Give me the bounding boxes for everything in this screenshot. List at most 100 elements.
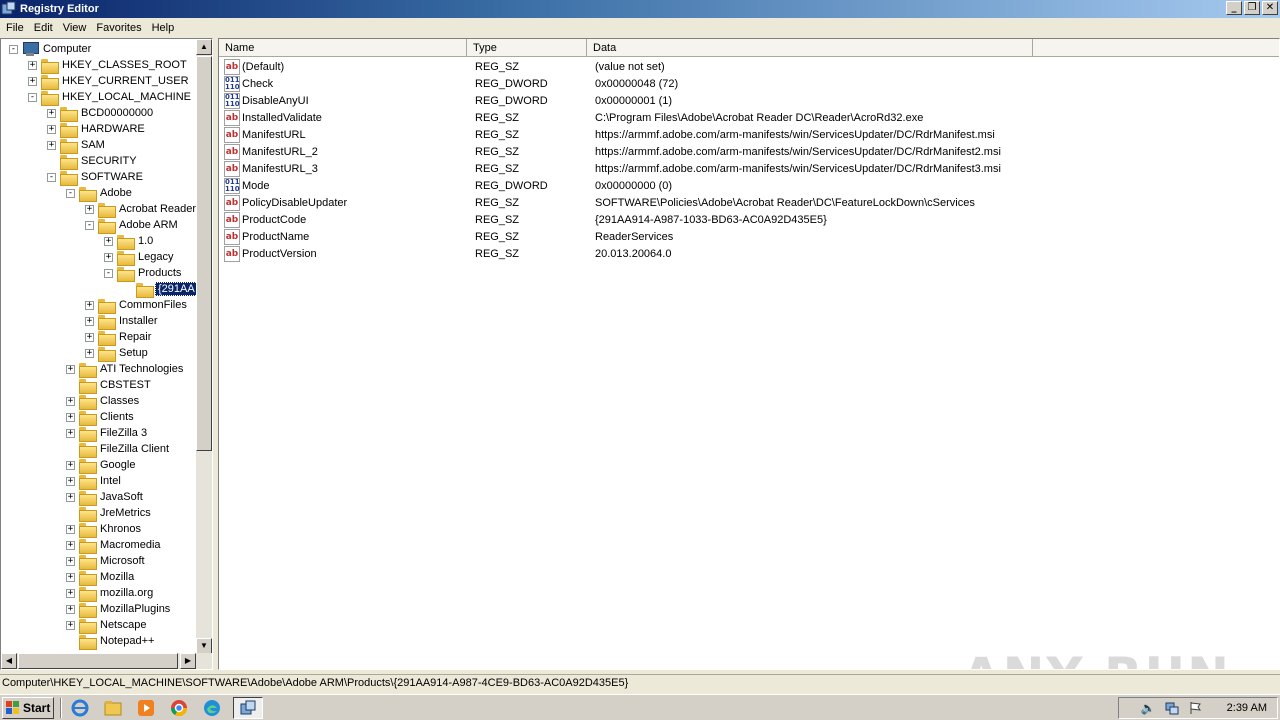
collapse-icon[interactable]: - xyxy=(66,188,75,198)
scroll-left-button[interactable]: ◀ xyxy=(1,653,17,669)
minimize-button[interactable]: _ xyxy=(1226,1,1242,15)
expand-icon[interactable]: + xyxy=(85,316,94,326)
edge-icon[interactable] xyxy=(200,697,224,719)
ie-icon[interactable] xyxy=(68,697,92,719)
value-row[interactable]: 011 110 Mode REG_DWORD 0x00000000 (0) xyxy=(219,177,1279,194)
tree-node[interactable]: FileZilla Client xyxy=(66,441,171,458)
value-row[interactable]: 011 110 DisableAnyUI REG_DWORD 0x00000001 (… xyxy=(219,92,1279,109)
tree-node[interactable]: + HKEY_CURRENT_USER xyxy=(28,73,191,90)
expand-icon[interactable]: + xyxy=(47,140,56,150)
tree-horizontal-scrollbar[interactable]: ◀ ▶ xyxy=(1,653,212,669)
value-row[interactable]: ab ProductVersion REG_SZ 20.013.20064.0 xyxy=(219,245,1279,262)
tree-node[interactable]: + FileZilla 3 xyxy=(66,425,149,442)
tree-node[interactable]: JreMetrics xyxy=(66,505,153,522)
collapse-icon[interactable]: - xyxy=(85,220,94,230)
expand-icon[interactable]: + xyxy=(85,300,94,310)
tree-node[interactable]: + HKEY_CLASSES_ROOT xyxy=(28,57,189,74)
chrome-icon[interactable] xyxy=(167,697,191,719)
media-player-icon[interactable] xyxy=(134,697,158,719)
expand-icon[interactable]: + xyxy=(66,428,75,438)
expand-icon[interactable]: + xyxy=(104,252,113,262)
value-row[interactable]: ab ManifestURL_2 REG_SZ https://armmf.adobe… xyxy=(219,143,1279,160)
menu-file[interactable]: File xyxy=(2,22,28,34)
expand-icon[interactable]: + xyxy=(28,76,37,86)
tree-node[interactable]: + Acrobat Reader xyxy=(85,201,198,218)
expand-icon[interactable]: + xyxy=(66,460,75,470)
tree-node[interactable]: - Products xyxy=(104,265,183,282)
tree-node[interactable]: + MozillaPlugins xyxy=(66,601,172,618)
expand-icon[interactable]: + xyxy=(66,396,75,406)
tree-node[interactable]: + Netscape xyxy=(66,617,148,634)
expand-icon[interactable]: + xyxy=(66,588,75,598)
expand-icon[interactable]: + xyxy=(66,556,75,566)
value-row[interactable]: ab (Default) REG_SZ (value not set) xyxy=(219,58,1279,75)
network-icon[interactable] xyxy=(1165,701,1179,715)
volume-icon[interactable]: 🔈 xyxy=(1141,701,1156,715)
expand-icon[interactable]: + xyxy=(66,492,75,502)
scroll-down-button[interactable]: ▼ xyxy=(196,638,212,654)
value-row[interactable]: ab PolicyDisableUpdater REG_SZ SOFTWARE\Pol… xyxy=(219,194,1279,211)
tree-node[interactable]: {291AA xyxy=(123,281,198,298)
column-header-data[interactable]: Data xyxy=(587,39,1033,57)
expand-icon[interactable]: + xyxy=(104,236,113,246)
tree-node[interactable]: - HKEY_LOCAL_MACHINE xyxy=(28,89,193,106)
restore-button[interactable]: ❐ xyxy=(1244,1,1260,15)
tree-vertical-scrollbar[interactable]: ▲ ▼ xyxy=(196,39,212,654)
scroll-thumb[interactable] xyxy=(196,56,212,451)
expand-icon[interactable]: + xyxy=(85,204,94,214)
values-list-pane[interactable]: Name Type Data ab (Default) REG_SZ (value n… xyxy=(218,38,1280,670)
expand-icon[interactable]: + xyxy=(66,412,75,422)
expand-icon[interactable]: + xyxy=(66,476,75,486)
collapse-icon[interactable]: - xyxy=(9,44,18,54)
collapse-icon[interactable]: - xyxy=(104,268,113,278)
menu-help[interactable]: Help xyxy=(148,22,179,34)
tree-node[interactable]: + Macromedia xyxy=(66,537,163,554)
expand-icon[interactable]: + xyxy=(28,60,37,70)
tree-node[interactable]: + Mozilla xyxy=(66,569,136,586)
tree-node[interactable]: - Adobe xyxy=(66,185,134,202)
tree-node[interactable]: + Classes xyxy=(66,393,141,410)
tree-node[interactable]: + Setup xyxy=(85,345,150,362)
collapse-icon[interactable]: - xyxy=(47,172,56,182)
hscroll-thumb[interactable] xyxy=(18,653,178,669)
expand-icon[interactable]: + xyxy=(85,332,94,342)
column-header-name[interactable]: Name xyxy=(219,39,467,57)
tree-node[interactable]: + mozilla.org xyxy=(66,585,155,602)
tree-node[interactable]: - SOFTWARE xyxy=(47,169,145,186)
tree-node[interactable]: + BCD00000000 xyxy=(47,105,155,122)
expand-icon[interactable]: + xyxy=(66,572,75,582)
tree-node[interactable]: + HARDWARE xyxy=(47,121,147,138)
menu-edit[interactable]: Edit xyxy=(30,22,57,34)
value-row[interactable]: ab InstalledValidate REG_SZ C:\Program File… xyxy=(219,109,1279,126)
expand-icon[interactable]: + xyxy=(66,364,75,374)
tree-node[interactable]: + Clients xyxy=(66,409,136,426)
expand-icon[interactable]: + xyxy=(66,604,75,614)
scroll-right-button[interactable]: ▶ xyxy=(180,653,196,669)
value-row[interactable]: ab ProductCode REG_SZ {291AA914-A987-1033-B… xyxy=(219,211,1279,228)
value-row[interactable]: 011 110 Check REG_DWORD 0x00000048 (72) xyxy=(219,75,1279,92)
expand-icon[interactable]: + xyxy=(66,524,75,534)
tree-node[interactable]: + Installer xyxy=(85,313,160,330)
menu-favorites[interactable]: Favorites xyxy=(92,22,145,34)
tree-node[interactable]: + Repair xyxy=(85,329,153,346)
tree-node[interactable]: + Google xyxy=(66,457,137,474)
tree-node[interactable]: + SAM xyxy=(47,137,107,154)
explorer-icon[interactable] xyxy=(101,697,125,719)
tree-node[interactable]: + Legacy xyxy=(104,249,175,266)
expand-icon[interactable]: + xyxy=(66,620,75,630)
tree-node[interactable]: + ATI Technologies xyxy=(66,361,185,378)
expand-icon[interactable]: + xyxy=(47,108,56,118)
tree-node[interactable]: CBSTEST xyxy=(66,377,153,394)
regedit-icon[interactable] xyxy=(233,696,263,719)
start-button[interactable]: Start xyxy=(2,696,54,719)
action-center-flag-icon[interactable] xyxy=(1189,701,1203,715)
registry-tree-pane[interactable]: - Computer + HKEY_CLASSES_ROOT + HKEY_CURRENT… xyxy=(0,38,213,670)
tree-node[interactable]: + Microsoft xyxy=(66,553,147,570)
column-header-type[interactable]: Type xyxy=(467,39,587,57)
close-button[interactable]: ✕ xyxy=(1262,1,1278,15)
expand-icon[interactable]: + xyxy=(66,540,75,550)
tree-node[interactable]: - Computer xyxy=(9,41,93,57)
tree-node[interactable]: + Khronos xyxy=(66,521,143,538)
value-row[interactable]: ab ProductName REG_SZ ReaderServices xyxy=(219,228,1279,245)
tree-node[interactable]: - Adobe ARM xyxy=(85,217,180,234)
